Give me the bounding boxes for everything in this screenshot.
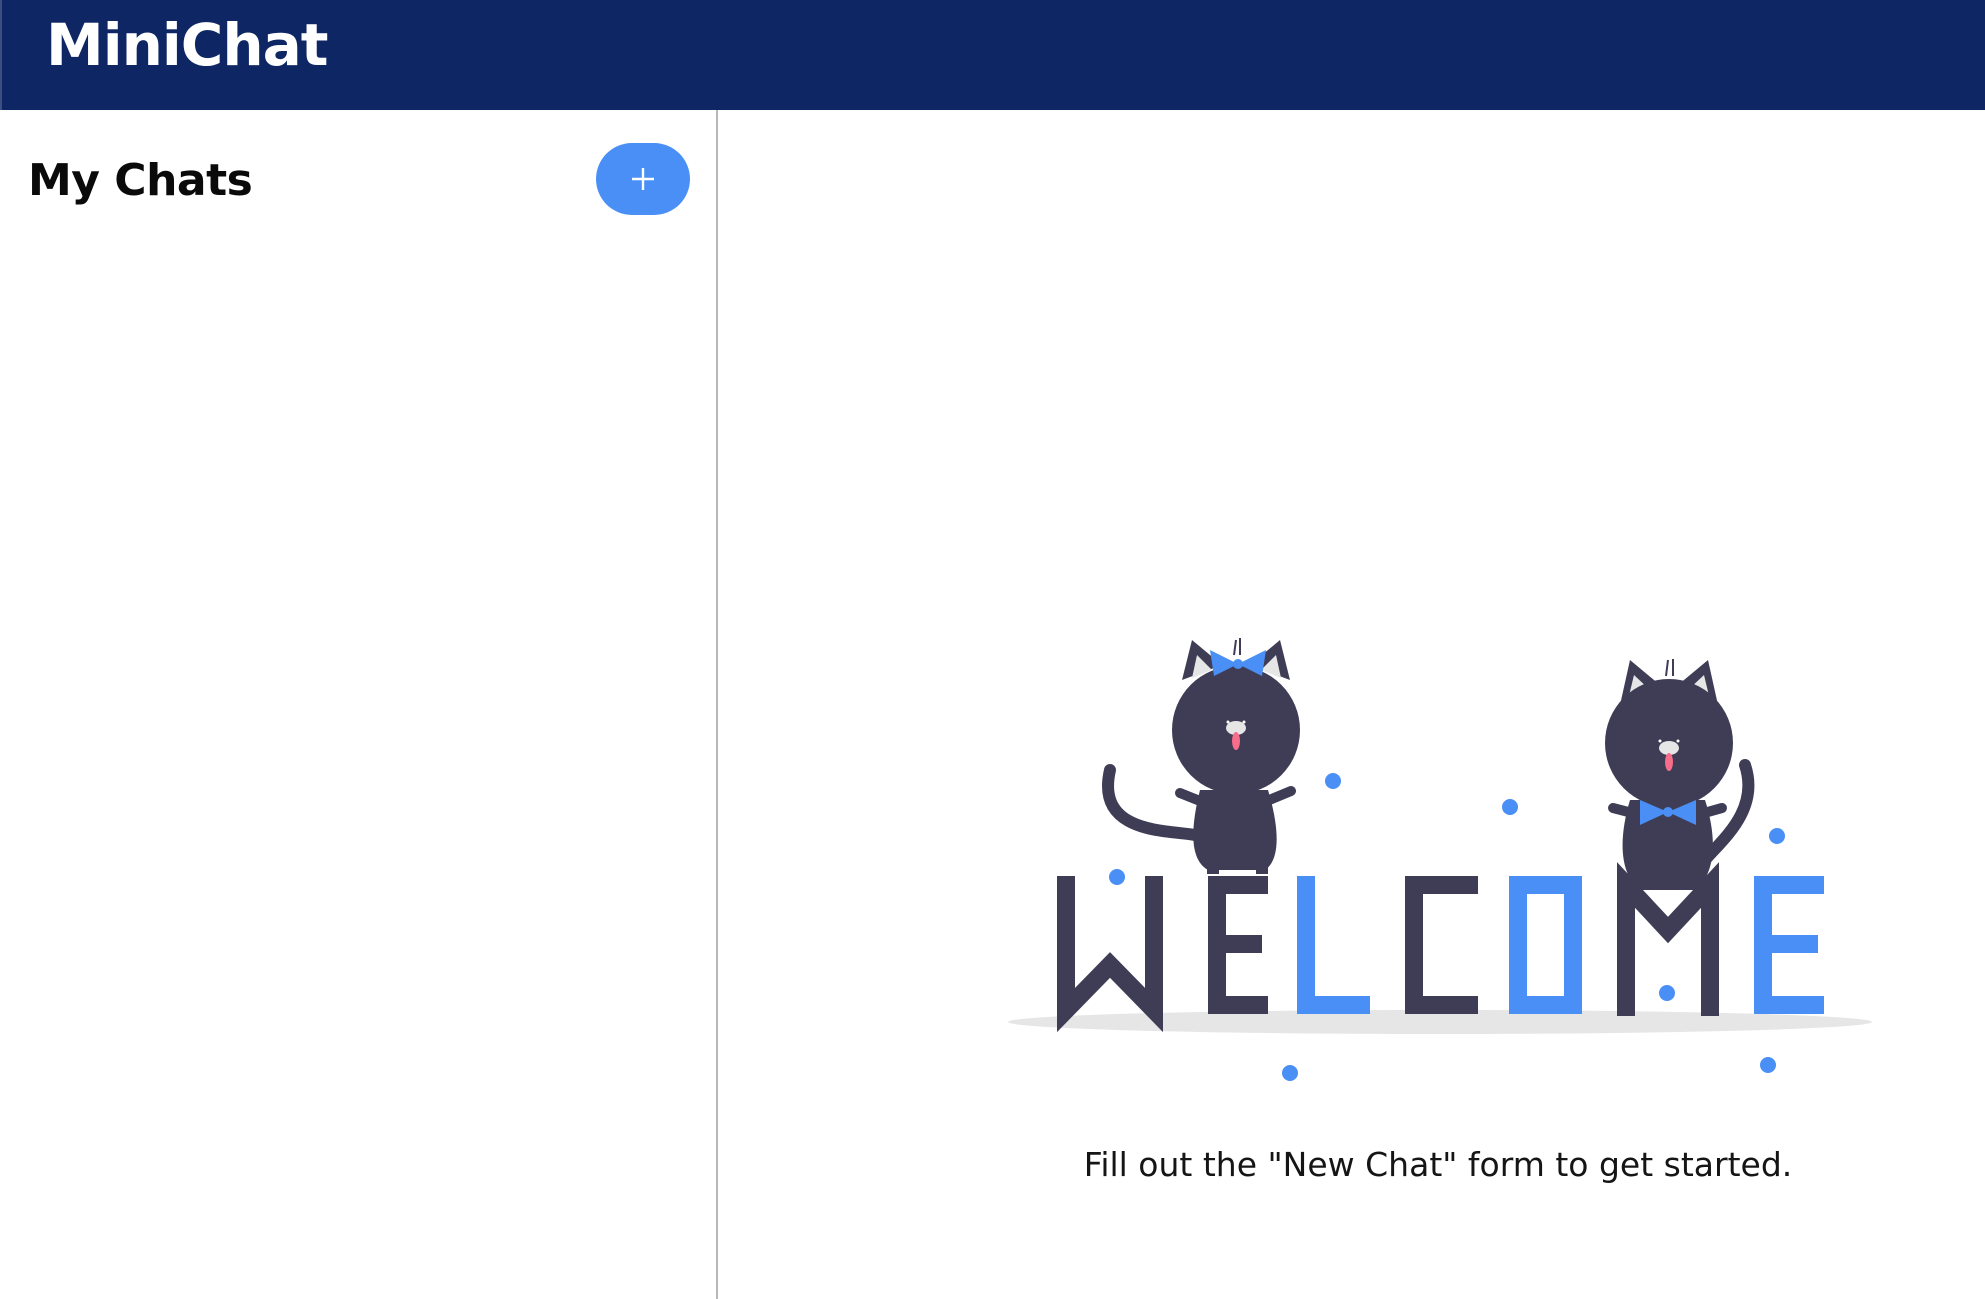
app-root: MiniChat My Chats Fill out the "New Chat…: [0, 0, 1985, 1299]
chat-sidebar: My Chats: [0, 110, 718, 1299]
empty-state-message: Fill out the "New Chat" form to get star…: [1083, 1145, 1793, 1184]
plus-icon: [632, 168, 654, 190]
new-chat-button[interactable]: [596, 143, 690, 215]
sidebar-title: My Chats: [28, 155, 253, 206]
right-cat: [1605, 659, 1755, 890]
main-panel: Fill out the "New Chat" form to get star…: [718, 110, 1985, 1299]
welcome-letters: [1057, 862, 1824, 1033]
app-title: MiniChat: [46, 11, 328, 79]
left-cat: [1102, 638, 1300, 874]
welcome-illustration: [1008, 638, 1872, 1081]
top-header: MiniChat: [0, 0, 1985, 110]
